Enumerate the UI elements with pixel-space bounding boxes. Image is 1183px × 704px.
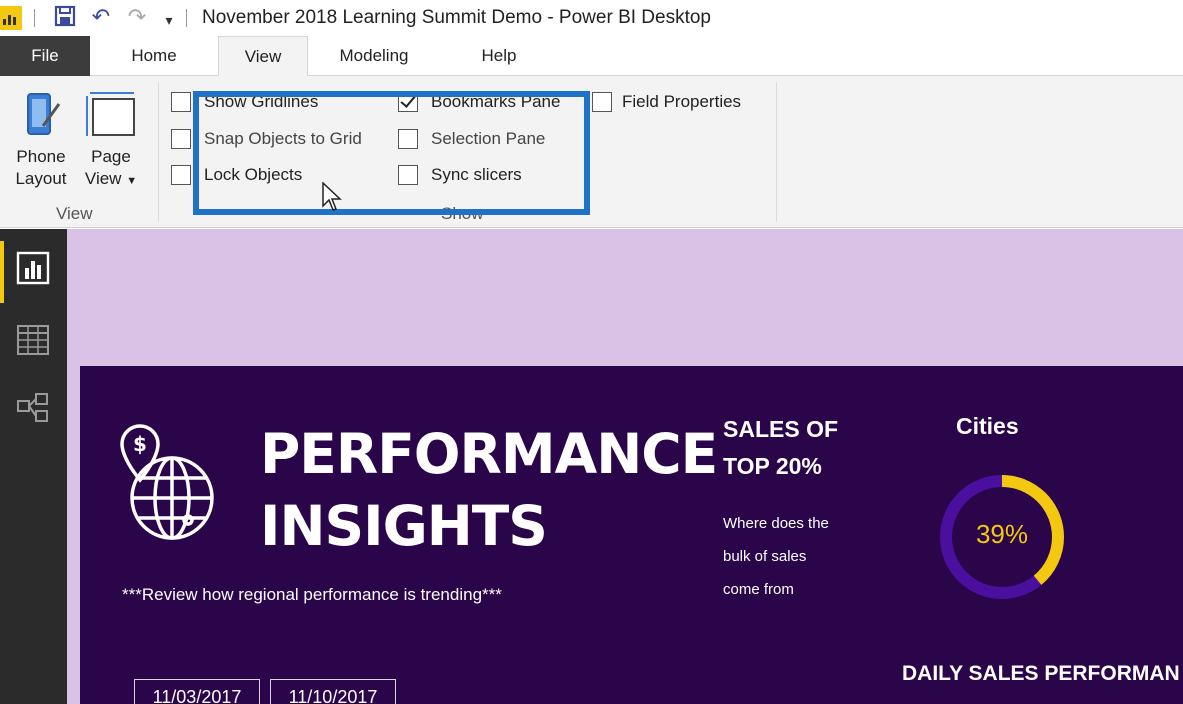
globe-dollar-icon: $ xyxy=(120,424,214,540)
data-view-icon[interactable] xyxy=(16,323,50,357)
phone-layout-label-2: Layout xyxy=(15,169,67,188)
tab-view[interactable]: View xyxy=(218,36,308,77)
tab-help[interactable]: Help xyxy=(460,36,538,76)
window-title: November 2018 Learning Summit Demo - Pow… xyxy=(202,7,712,28)
customize-dropdown-icon[interactable]: ▾ xyxy=(160,7,178,33)
ribbon: Phone Layout Page View ▼ View Show Gridl… xyxy=(0,76,1183,228)
sales-description: Where does the bulk of sales come from xyxy=(723,507,829,606)
group-separator xyxy=(776,82,777,222)
daily-sales-heading: DAILY SALES PERFORMAN xyxy=(902,662,1180,685)
redo-icon[interactable]: ↷ xyxy=(124,4,150,30)
report-title-line2: INSIGHTS xyxy=(260,494,548,558)
cities-label: Cities xyxy=(956,413,1019,439)
highlight-annotation-box xyxy=(193,91,590,215)
report-subtitle: ***Review how regional performance is tr… xyxy=(122,585,502,604)
report-title-line1: PERFORMANCE xyxy=(260,422,718,486)
qat-separator xyxy=(186,9,187,27)
view-group-label: View xyxy=(56,204,93,223)
report-view-icon[interactable] xyxy=(16,251,50,285)
phone-layout-icon xyxy=(27,93,61,135)
date-start-box[interactable]: 11/03/2017 xyxy=(134,679,260,704)
power-bi-logo-icon xyxy=(0,6,22,30)
phone-layout-label-1: Phone xyxy=(16,147,66,166)
qat-separator xyxy=(34,9,35,27)
ribbon-tabs: File Home View Modeling Help xyxy=(0,36,1183,77)
svg-text:$: $ xyxy=(133,432,147,456)
field-properties-label: Field Properties xyxy=(622,92,742,111)
checkbox-box[interactable] xyxy=(171,92,191,112)
save-icon[interactable] xyxy=(52,4,78,30)
page-view-label-2: View xyxy=(84,169,122,188)
sales-heading-line2: TOP 20% xyxy=(723,453,822,479)
tab-modeling[interactable]: Modeling xyxy=(318,36,430,76)
cities-percent: 39% xyxy=(975,519,1029,549)
page-view-icon xyxy=(86,92,135,136)
sales-desc-line1: Where does the xyxy=(723,515,829,532)
tab-file[interactable]: File xyxy=(0,36,90,76)
sales-heading-line1: SALES OF xyxy=(723,416,839,442)
phone-layout-button[interactable]: Phone Layout xyxy=(6,90,76,194)
active-indicator xyxy=(0,241,4,303)
group-separator xyxy=(158,82,159,222)
field-properties-checkbox[interactable]: Field Properties xyxy=(592,91,741,113)
left-nav xyxy=(0,229,67,704)
page-view-button[interactable]: Page View ▼ xyxy=(78,90,144,194)
page-view-label-2-wrap: View ▼ xyxy=(78,168,144,192)
checkbox-box[interactable] xyxy=(171,129,191,149)
undo-icon[interactable]: ↶ xyxy=(88,4,114,30)
sales-desc-line2: bulk of sales xyxy=(723,548,807,565)
page-view-label-1: Page xyxy=(91,147,131,166)
date-end-box[interactable]: 11/10/2017 xyxy=(270,679,396,704)
sales-desc-line3: come from xyxy=(723,581,794,598)
mouse-cursor-icon xyxy=(322,182,342,211)
model-view-icon[interactable] xyxy=(16,391,50,425)
report-title: PERFORMANCE INSIGHTS xyxy=(260,418,718,562)
checkbox-box[interactable] xyxy=(592,92,612,112)
report-page[interactable]: $ PERFORMANCE INSIGHTS ***Review how reg… xyxy=(80,366,1183,704)
sales-heading: SALES OF TOP 20% xyxy=(723,411,838,485)
title-bar: ↶ ↷ ▾ November 2018 Learning Summit Demo… xyxy=(0,0,1183,36)
checkbox-box[interactable] xyxy=(171,165,191,185)
tab-home[interactable]: Home xyxy=(110,36,198,76)
caret-down-icon: ▼ xyxy=(126,175,138,187)
